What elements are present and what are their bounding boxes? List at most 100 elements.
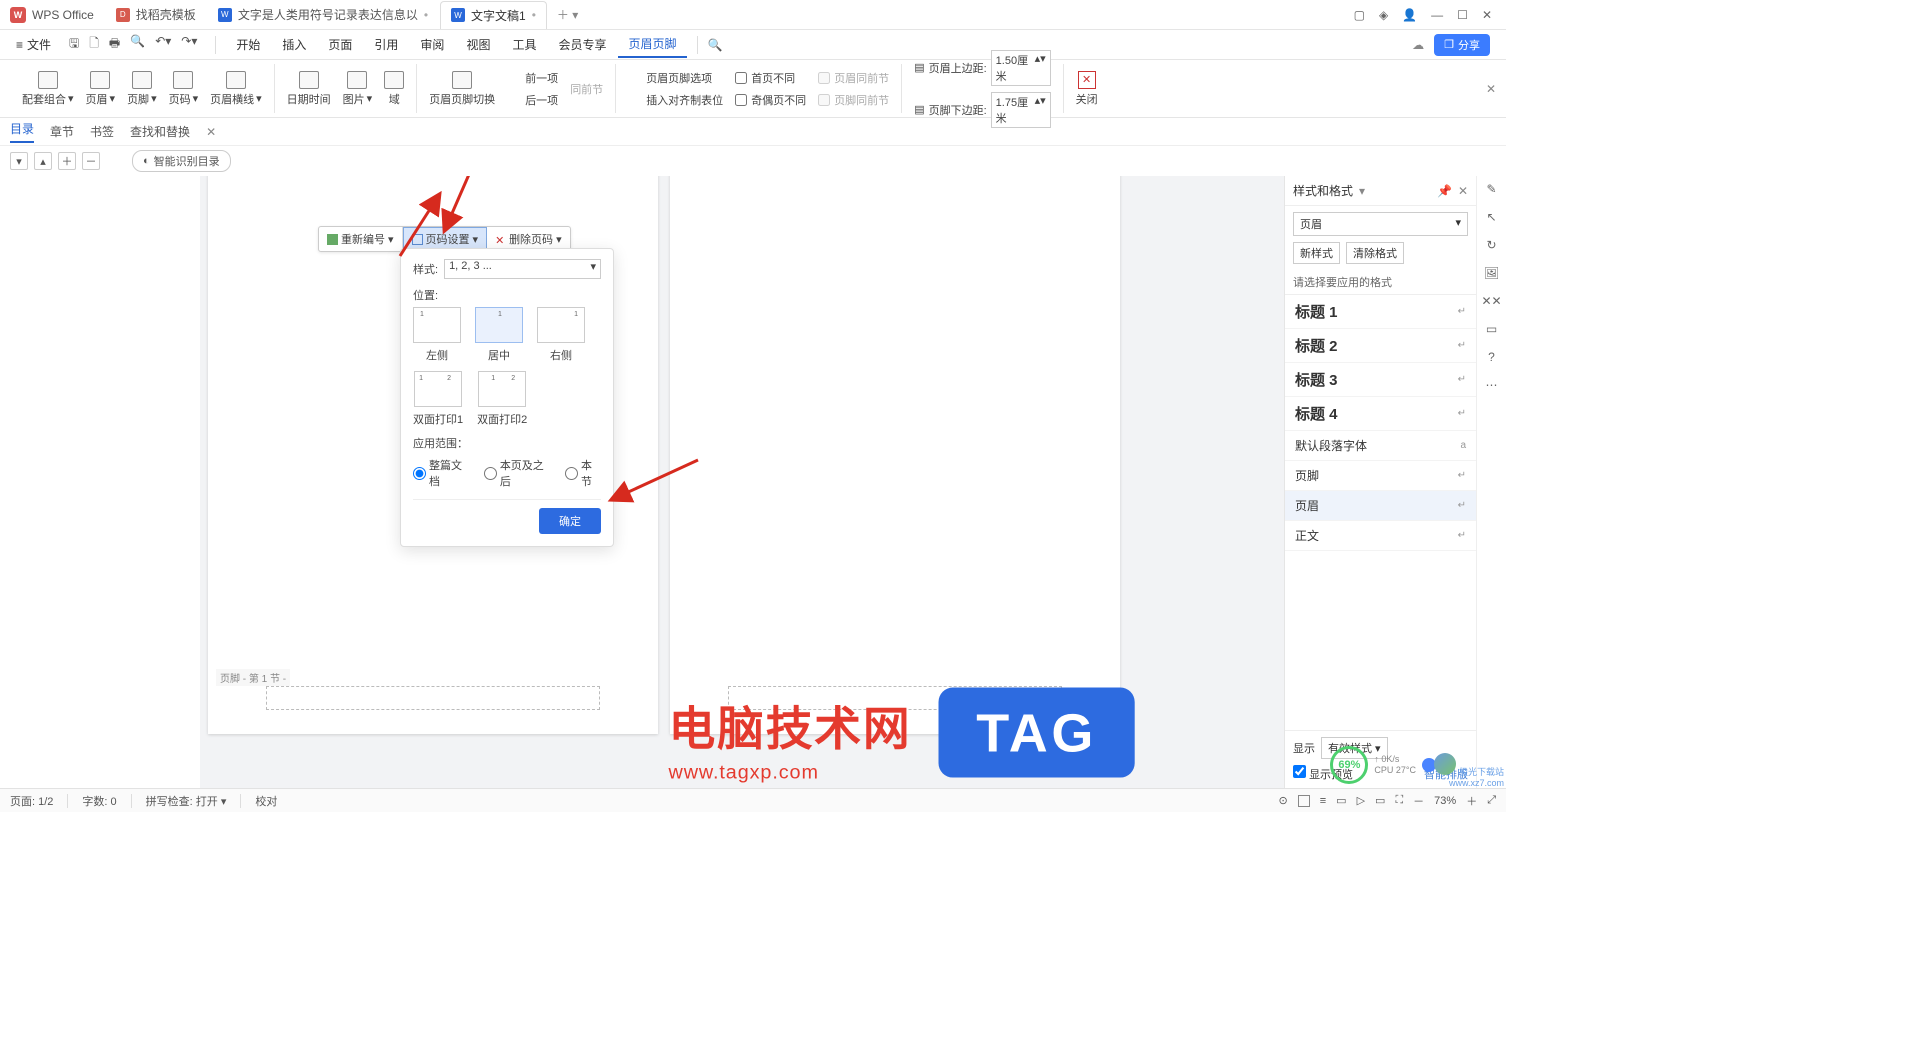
- duplex-1[interactable]: 12双面打印1: [413, 371, 463, 427]
- proofing-status[interactable]: 校对: [255, 793, 277, 809]
- field-button[interactable]: 域: [384, 71, 404, 107]
- cursor-icon[interactable]: ↖: [1486, 210, 1496, 224]
- menu-insert[interactable]: 插入: [272, 32, 316, 57]
- style-footer[interactable]: 页脚↵: [1285, 461, 1476, 491]
- pagenum-button[interactable]: 页码 ▾: [169, 71, 199, 107]
- zoom-in[interactable]: ＋: [1466, 793, 1477, 809]
- range-this-and-after[interactable]: 本页及之后: [484, 457, 551, 489]
- footer-bottom-margin[interactable]: ▤页脚下边距:1.75厘米▴▾: [914, 92, 1050, 128]
- header-line-button[interactable]: 页眉横线 ▾: [210, 71, 262, 107]
- footer-button[interactable]: 页脚 ▾: [127, 71, 157, 107]
- avatar-icon[interactable]: 👤: [1402, 8, 1417, 22]
- close-panel-icon[interactable]: ✕: [1458, 184, 1468, 198]
- insert-align-tab[interactable]: 插入对齐制表位: [628, 92, 723, 108]
- clear-format-button[interactable]: 清除格式: [1346, 242, 1404, 264]
- nav-chapter[interactable]: 章节: [50, 123, 74, 140]
- document-canvas[interactable]: ▭▾ 1 页眉 - 第 1 节 - 页脚 - 第 1 节 - 页眉 - 第 2 …: [200, 176, 1284, 788]
- switch-button[interactable]: 页眉页脚切换: [429, 71, 495, 107]
- picture-button[interactable]: 图片 ▾: [343, 71, 373, 107]
- prev-button[interactable]: 前一项: [507, 70, 558, 86]
- style-heading-4[interactable]: 标题 4↵: [1285, 397, 1476, 431]
- print-icon[interactable]: 🖶: [109, 34, 120, 55]
- range-this-section[interactable]: 本节: [565, 457, 601, 489]
- zoom-out[interactable]: －: [1413, 793, 1424, 809]
- close-header-footer-button[interactable]: ✕关闭: [1076, 71, 1098, 107]
- menu-tools[interactable]: 工具: [502, 32, 546, 57]
- panel-icon[interactable]: ▢: [1354, 8, 1365, 22]
- position-right[interactable]: 1右侧: [537, 307, 585, 363]
- tool-icon[interactable]: ✕✕: [1481, 294, 1501, 308]
- undo-icon[interactable]: ↶▾: [155, 34, 171, 55]
- collapse-ribbon-icon[interactable]: ✕: [1486, 82, 1496, 96]
- brush-icon[interactable]: ✎: [1486, 182, 1496, 196]
- style-heading-3[interactable]: 标题 3↵: [1285, 363, 1476, 397]
- renumber-button[interactable]: 重新编号 ▾: [319, 227, 403, 251]
- gallery-icon[interactable]: 🖼: [1484, 266, 1499, 280]
- different-odd-even[interactable]: 奇偶页不同: [735, 92, 806, 108]
- duplex-2[interactable]: 12双面打印2: [477, 371, 527, 427]
- minimize-icon[interactable]: —: [1431, 8, 1443, 22]
- nav-bookmark[interactable]: 书签: [90, 123, 114, 140]
- view-mode-2[interactable]: ≡: [1320, 795, 1326, 807]
- maximize-icon[interactable]: ☐: [1457, 8, 1468, 22]
- page-indicator[interactable]: 页面: 1/2: [10, 793, 53, 809]
- style-default-font[interactable]: 默认段落字体a: [1285, 431, 1476, 461]
- range-whole-doc[interactable]: 整篇文档: [413, 457, 470, 489]
- preview-icon[interactable]: 🔍: [130, 34, 145, 55]
- footer-area[interactable]: [266, 686, 600, 710]
- position-center[interactable]: 1居中: [475, 307, 523, 363]
- book-icon[interactable]: ▭: [1486, 322, 1497, 336]
- ok-button[interactable]: 确定: [539, 508, 601, 534]
- close-panel-icon[interactable]: ✕: [206, 125, 216, 139]
- header-footer-options[interactable]: 页眉页脚选项: [628, 70, 723, 86]
- close-icon[interactable]: ✕: [1482, 8, 1492, 22]
- toc-add[interactable]: ＋: [58, 152, 76, 170]
- file-menu[interactable]: ≡ 文件: [8, 34, 59, 55]
- refresh-icon[interactable]: ↻: [1486, 238, 1496, 252]
- more-icon[interactable]: ⋯: [1486, 378, 1498, 392]
- fit-icon[interactable]: ⛶: [1395, 794, 1403, 807]
- position-left[interactable]: 1左侧: [413, 307, 461, 363]
- toc-dropdown[interactable]: ▾: [10, 152, 28, 170]
- new-tab-button[interactable]: ＋ ▾: [549, 6, 586, 23]
- menu-page[interactable]: 页面: [318, 32, 362, 57]
- view-mode-4[interactable]: ▷: [1357, 794, 1365, 807]
- cube-icon[interactable]: ◈: [1379, 8, 1388, 22]
- spell-check-status[interactable]: 拼写检查: 打开 ▾: [146, 793, 227, 809]
- cloud-icon[interactable]: ☁: [1412, 38, 1424, 52]
- toc-up[interactable]: ▴: [34, 152, 52, 170]
- new-style-button[interactable]: 新样式: [1293, 242, 1340, 264]
- style-heading-2[interactable]: 标题 2↵: [1285, 329, 1476, 363]
- style-heading-1[interactable]: 标题 1↵: [1285, 295, 1476, 329]
- tab-doc-2[interactable]: W 文字文稿1 •: [440, 1, 547, 29]
- current-style-dropdown[interactable]: 页眉▾: [1293, 212, 1468, 236]
- style-header[interactable]: 页眉↵: [1285, 491, 1476, 521]
- focus-icon[interactable]: ⊙: [1279, 794, 1288, 807]
- help-icon[interactable]: ?: [1488, 350, 1495, 364]
- view-mode-5[interactable]: ▭: [1375, 794, 1385, 807]
- view-mode-1[interactable]: [1298, 795, 1310, 807]
- nav-toc[interactable]: 目录: [10, 120, 34, 143]
- menu-review[interactable]: 审阅: [410, 32, 454, 57]
- pin-icon[interactable]: 📌: [1437, 184, 1452, 198]
- word-count[interactable]: 字数: 0: [82, 793, 116, 809]
- share-button[interactable]: ❐ 分享: [1434, 34, 1490, 56]
- menu-start[interactable]: 开始: [226, 32, 270, 57]
- save-icon[interactable]: 🖫: [69, 34, 79, 55]
- next-button[interactable]: 后一项: [507, 92, 558, 108]
- menu-header-footer[interactable]: 页眉页脚: [618, 31, 686, 58]
- tab-templates[interactable]: D 找稻壳模板: [106, 1, 206, 29]
- open-icon[interactable]: 🗋: [89, 34, 99, 55]
- redo-icon[interactable]: ↷▾: [181, 34, 197, 55]
- zoom-value[interactable]: 73%: [1434, 795, 1456, 807]
- view-mode-3[interactable]: ▭: [1336, 794, 1346, 807]
- menu-member[interactable]: 会员专享: [548, 32, 616, 57]
- header-top-margin[interactable]: ▤页眉上边距:1.50厘米▴▾: [914, 50, 1050, 86]
- menu-view[interactable]: 视图: [456, 32, 500, 57]
- combo-button[interactable]: 配套组合 ▾: [22, 71, 74, 107]
- toc-remove[interactable]: －: [82, 152, 100, 170]
- nav-find-replace[interactable]: 查找和替换: [130, 123, 190, 140]
- fullscreen-icon[interactable]: ⤢: [1487, 794, 1496, 807]
- datetime-button[interactable]: 日期时间: [287, 71, 331, 107]
- different-first-page[interactable]: 首页不同: [735, 70, 806, 86]
